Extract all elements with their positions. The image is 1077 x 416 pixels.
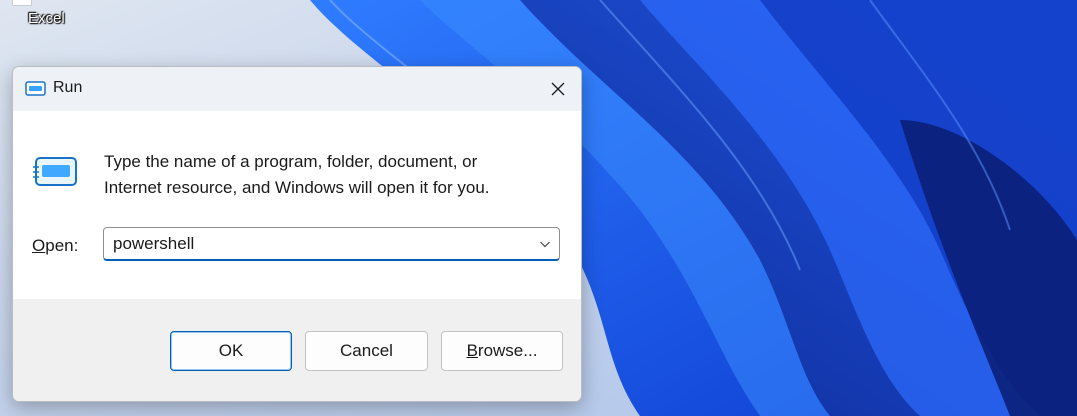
open-label: Open: bbox=[32, 236, 78, 256]
shortcut-label: Excel bbox=[28, 10, 65, 27]
browse-button-label: rowse... bbox=[477, 341, 538, 360]
close-icon bbox=[551, 82, 565, 96]
open-label-text: pen: bbox=[45, 236, 79, 255]
dialog-body: Type the name of a program, folder, docu… bbox=[13, 111, 581, 299]
chevron-down-icon[interactable] bbox=[539, 238, 551, 250]
description-text: Type the name of a program, folder, docu… bbox=[104, 149, 544, 201]
window-title: Run bbox=[53, 79, 83, 96]
close-button[interactable] bbox=[535, 67, 581, 111]
description-line-1: Type the name of a program, folder, docu… bbox=[104, 152, 478, 171]
cancel-button-label: Cancel bbox=[340, 341, 393, 360]
browse-accelerator: B bbox=[466, 341, 478, 360]
ok-button[interactable]: OK bbox=[170, 331, 292, 371]
shortcut-icon bbox=[12, 0, 32, 6]
desktop: Excel Run Type the name of a program, fo… bbox=[0, 0, 1077, 416]
button-bar: OK Cancel Browse... bbox=[13, 299, 581, 401]
browse-button[interactable]: Browse... bbox=[441, 331, 563, 371]
description-line-2: Internet resource, and Windows will open… bbox=[104, 178, 490, 197]
cancel-button[interactable]: Cancel bbox=[305, 331, 428, 371]
open-combobox[interactable] bbox=[103, 227, 560, 261]
run-icon bbox=[33, 157, 77, 186]
open-label-accelerator: O bbox=[32, 236, 46, 255]
titlebar[interactable]: Run bbox=[13, 67, 581, 111]
ok-button-label: OK bbox=[218, 341, 244, 360]
desktop-shortcut-excel[interactable]: Excel bbox=[8, 0, 80, 32]
open-input[interactable] bbox=[113, 228, 533, 259]
run-icon bbox=[25, 81, 46, 96]
run-dialog: Run Type the name of a program, folder, … bbox=[12, 66, 582, 402]
